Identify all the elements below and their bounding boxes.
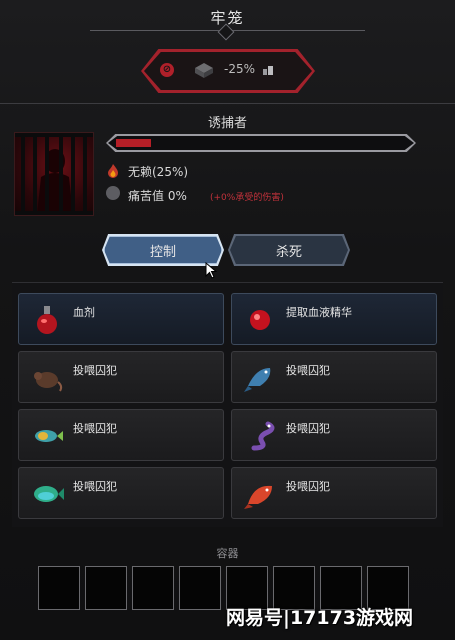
prison-cell-panel: 牢笼 ⊘ -25% 诱捕者 无赖(25%) 痛苦值 0% (+0%承受的伤害) … <box>0 0 455 640</box>
caged-prisoner-icon <box>15 133 93 215</box>
control-button[interactable]: 控制 <box>104 236 222 264</box>
pain-damage-note: (+0%承受的伤害) <box>210 193 284 203</box>
container-slot[interactable] <box>85 566 127 610</box>
pain-icon <box>106 186 120 200</box>
action-label: 提取血液精华 <box>286 306 352 319</box>
stone-block-icon <box>195 63 213 78</box>
blood-potion-icon <box>37 306 57 334</box>
action-extract-blood-essence[interactable]: 提取血液精华 <box>231 293 437 345</box>
purple-eel-icon <box>251 421 275 451</box>
container-slot[interactable] <box>38 566 80 610</box>
action-feed-rat[interactable]: 投喂囚犯 <box>18 351 224 403</box>
title-ornament <box>90 30 365 39</box>
action-label: 血剂 <box>73 306 95 319</box>
action-feed-green-fish[interactable]: 投喂囚犯 <box>18 467 224 519</box>
action-blood-potion[interactable]: 血剂 <box>18 293 224 345</box>
blood-essence-orb-icon <box>250 310 270 330</box>
action-label: 投喂囚犯 <box>73 422 117 435</box>
status-modifier-text: -25% <box>224 62 256 76</box>
rat-icon <box>34 372 63 392</box>
watermark-text: 网易号|17173游戏网 <box>226 606 414 629</box>
rainbow-fish-icon <box>35 430 63 442</box>
prisoner-name: 诱捕者 <box>207 116 247 131</box>
container-title: 容器 <box>216 547 239 560</box>
red-fish-icon <box>244 485 272 509</box>
mouse-cursor-icon <box>205 262 218 279</box>
prisoner-health-bar-fill <box>116 139 151 147</box>
prisoner-health-bar <box>108 136 414 150</box>
action-feed-red-fish[interactable]: 投喂囚犯 <box>231 467 437 519</box>
action-label: 投喂囚犯 <box>73 480 117 493</box>
prohibited-icon: ⊘ <box>160 63 174 77</box>
prisoner-trait: 无赖(25%) <box>128 165 189 179</box>
kill-button[interactable]: 杀死 <box>230 236 348 264</box>
pain-value: 痛苦值 0% <box>128 189 187 203</box>
action-label: 投喂囚犯 <box>286 364 330 377</box>
fire-icon <box>108 164 118 178</box>
action-label: 投喂囚犯 <box>286 480 330 493</box>
actions-grid: 血剂 提取血液精华 投喂囚犯 投喂囚犯 投喂囚犯 投喂囚犯 投喂囚犯 投喂囚犯 <box>12 282 443 527</box>
blue-fish-icon <box>244 368 271 392</box>
watermark: 网易号|17173游戏网 <box>226 598 451 634</box>
resource-icon <box>263 66 273 75</box>
prisoner-portrait <box>14 132 94 216</box>
green-fish-icon <box>34 486 64 502</box>
action-feed-blue-fish[interactable]: 投喂囚犯 <box>231 351 437 403</box>
section-divider <box>0 103 455 104</box>
container-slot[interactable] <box>132 566 174 610</box>
action-label: 投喂囚犯 <box>73 364 117 377</box>
action-feed-purple-eel[interactable]: 投喂囚犯 <box>231 409 437 461</box>
action-label: 投喂囚犯 <box>286 422 330 435</box>
action-feed-rainbow-fish[interactable]: 投喂囚犯 <box>18 409 224 461</box>
container-slot[interactable] <box>179 566 221 610</box>
